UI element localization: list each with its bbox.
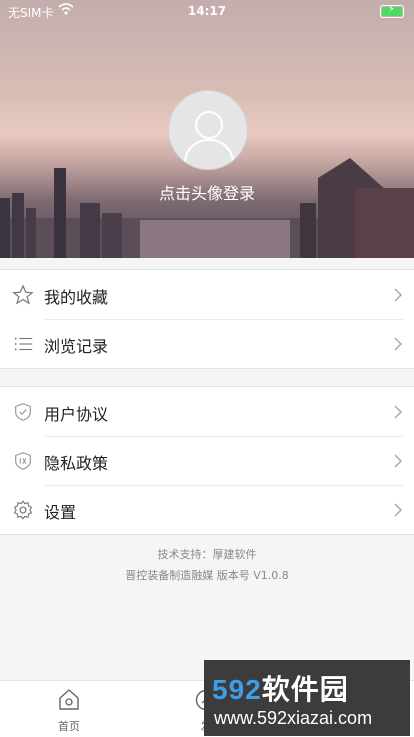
chevron-right-icon <box>394 454 403 468</box>
list-icon <box>14 337 33 351</box>
menu-group-1: 我的收藏 浏览记录 <box>0 269 414 369</box>
watermark-brand: 592软件园 <box>212 668 349 708</box>
app-info: 技术支持：厚建软件 晋控装备制造融媒 版本号 V1.0.8 <box>0 544 414 586</box>
tech-support-text: 技术支持：厚建软件 <box>157 548 257 561</box>
shield-check-icon <box>15 403 31 421</box>
watermark-brand-number: 592 <box>212 674 262 705</box>
status-bar: 无SIM卡 14:17 ⚡ <box>0 0 414 22</box>
menu-item-user-agreement[interactable]: 用户协议 <box>0 387 414 436</box>
menu-item-privacy-policy[interactable]: 隐私政策 <box>0 436 414 485</box>
shield-privacy-icon <box>15 452 31 470</box>
avatar[interactable] <box>168 90 248 170</box>
star-icon <box>12 284 34 305</box>
chevron-right-icon <box>394 337 403 351</box>
menu-item-history[interactable]: 浏览记录 <box>0 319 414 368</box>
chevron-right-icon <box>394 405 403 419</box>
user-body-icon <box>184 139 234 169</box>
profile-header: 无SIM卡 14:17 ⚡ 点击头像登录 <box>0 0 414 258</box>
watermark-url: www.592xiazai.com <box>214 708 373 728</box>
menu-item-settings[interactable]: 设置 <box>0 485 414 534</box>
menu-item-favorites[interactable]: 我的收藏 <box>0 270 414 319</box>
menu-label: 用户协议 <box>44 405 109 424</box>
watermark-logo: 592软件园 www.592xiazai.com <box>204 660 410 736</box>
home-icon <box>59 689 79 710</box>
menu-label: 浏览记录 <box>44 337 109 356</box>
menu-label: 我的收藏 <box>44 288 109 307</box>
chevron-right-icon <box>394 288 403 302</box>
menu-label: 隐私政策 <box>44 454 109 473</box>
login-prompt[interactable]: 点击头像登录 <box>0 180 414 204</box>
city-skyline-background <box>0 158 414 258</box>
chevron-right-icon <box>394 503 403 517</box>
tab-label: 首页 <box>58 720 80 733</box>
version-text: 晋控装备制造融媒 版本号 V1.0.8 <box>125 569 289 582</box>
menu-group-2: 用户协议 隐私政策 设置 <box>0 386 414 535</box>
watermark-brand-text: 软件园 <box>261 674 349 705</box>
battery-icon: ⚡ <box>380 4 404 18</box>
gear-icon <box>13 500 33 520</box>
user-head-icon <box>195 111 223 139</box>
tab-home[interactable]: 首页 <box>29 681 109 737</box>
menu-label: 设置 <box>44 503 77 522</box>
clock: 14:17 <box>187 4 227 18</box>
